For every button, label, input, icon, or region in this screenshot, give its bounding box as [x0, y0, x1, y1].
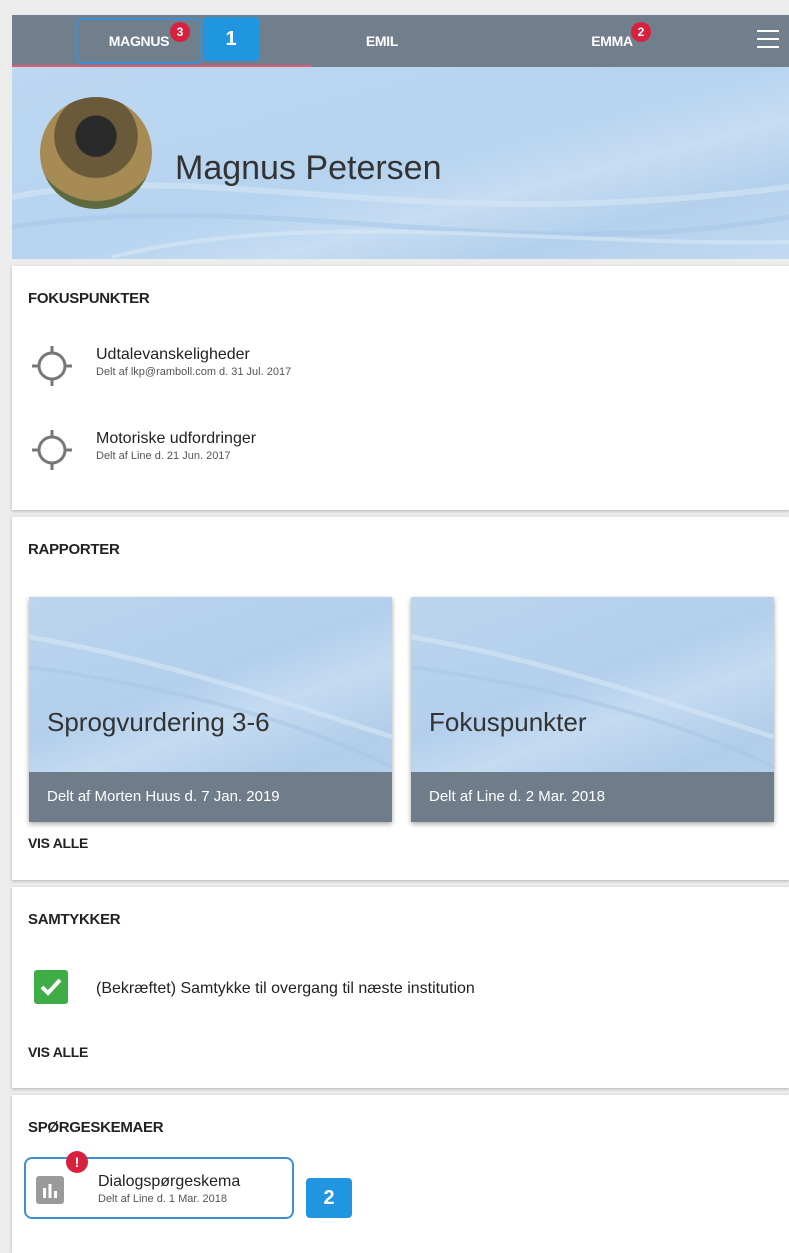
section-title: RAPPORTER [28, 541, 120, 558]
report-card[interactable]: Sprogvurdering 3-6 Delt af Morten Huus d… [29, 597, 392, 822]
section-title: FOKUSPUNKTER [28, 290, 150, 307]
questionnaire-item[interactable]: ! Dialogspørgeskema Delt af Line d. 1 Ma… [24, 1151, 294, 1219]
tab-label: EMIL [365, 33, 399, 49]
tab-emil[interactable]: EMIL [342, 15, 422, 67]
item-subtitle: Delt af Line d. 21 Jun. 2017 [96, 450, 231, 462]
vis-alle-link[interactable]: VIS ALLE [28, 835, 88, 851]
notification-badge: 2 [631, 22, 651, 42]
list-item[interactable]: Motoriske udfordringer Delt af Line d. 2… [32, 430, 432, 480]
report-footer: Delt af Morten Huus d. 7 Jan. 2019 [29, 772, 392, 822]
hamburger-menu-icon[interactable] [757, 30, 779, 48]
callout-marker: 1 [203, 17, 259, 61]
report-title: Fokuspunkter [429, 707, 587, 737]
section-title: SPØRGESKEMAER [28, 1119, 164, 1136]
child-tab-bar: MAGNUS 3 EMIL EMMA 2 [12, 15, 789, 67]
samtykker-card: SAMTYKKER (Bekræftet) Samtykke til overg… [12, 887, 789, 1088]
child-name: Magnus Petersen [175, 149, 442, 187]
item-title: Motoriske udfordringer [96, 430, 257, 447]
vis-alle-link[interactable]: VIS ALLE [28, 1044, 88, 1060]
list-item[interactable]: Udtalevanskeligheder Delt af lkp@ramboll… [32, 346, 432, 396]
tab-label: MAGNUS [108, 33, 170, 49]
item-subtitle: Delt af Line d. 1 Mar. 2018 [98, 1193, 228, 1205]
section-title: SAMTYKKER [28, 911, 121, 928]
item-title: Dialogspørgeskema [98, 1173, 241, 1190]
tab-label: EMMA [591, 33, 633, 49]
report-card[interactable]: Fokuspunkter Delt af Line d. 2 Mar. 2018 [411, 597, 774, 822]
spoergeskemaer-card: SPØRGESKEMAER ! Dialogspørgeskema Delt a… [12, 1095, 789, 1253]
crosshair-icon [32, 346, 72, 386]
checkbox-checked-icon [34, 970, 68, 1004]
alert-badge: ! [66, 1151, 88, 1173]
report-footer: Delt af Line d. 2 Mar. 2018 [411, 772, 774, 822]
bar-chart-icon [36, 1176, 64, 1204]
crosshair-icon [32, 430, 72, 470]
rapporter-card: RAPPORTER Sprogvurdering 3-6 Delt af Mor… [12, 517, 789, 880]
callout-marker: 2 [306, 1178, 352, 1218]
avatar[interactable] [40, 97, 152, 209]
fokuspunkter-card: FOKUSPUNKTER Udtalevanskeligheder Delt a… [12, 266, 789, 510]
profile-header: Magnus Petersen [12, 67, 789, 259]
item-subtitle: Delt af lkp@ramboll.com d. 31 Jul. 2017 [96, 366, 292, 378]
report-title: Sprogvurdering 3-6 [47, 707, 270, 737]
item-title: Udtalevanskeligheder [96, 346, 250, 363]
notification-badge: 3 [170, 22, 190, 42]
consent-item[interactable]: (Bekræftet) Samtykke til overgang til næ… [96, 980, 475, 998]
